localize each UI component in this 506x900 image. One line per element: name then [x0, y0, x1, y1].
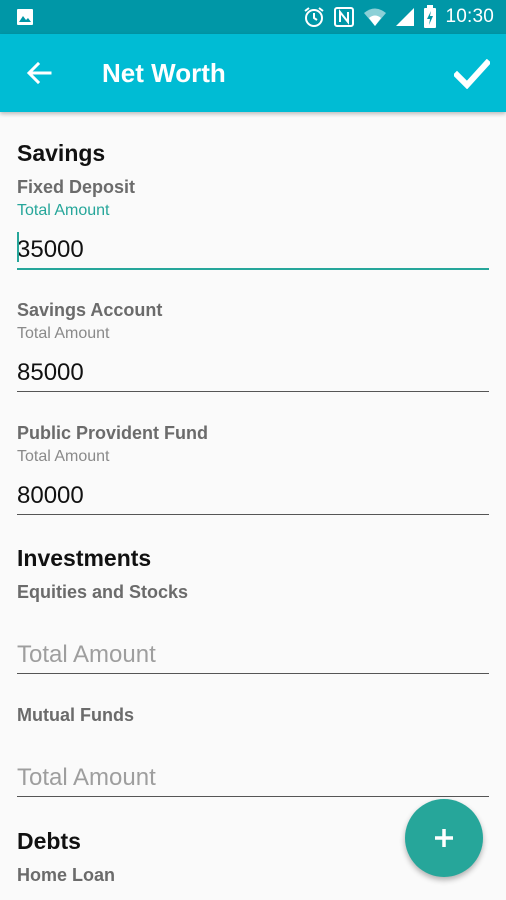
section-title-investments: Investments — [17, 545, 152, 571]
image-icon — [17, 9, 33, 25]
add-button[interactable] — [405, 799, 483, 877]
status-time: 10:30 — [445, 6, 494, 27]
nfc-icon — [334, 7, 355, 27]
field-label-mutual-funds: Mutual Funds — [17, 705, 134, 725]
text-cursor — [17, 232, 19, 262]
battery-charging-icon — [424, 5, 437, 28]
page-title: Net Worth — [102, 58, 226, 88]
ppf-input[interactable] — [17, 478, 489, 515]
arrow-left-icon — [26, 61, 52, 85]
wifi-icon — [364, 8, 387, 26]
field-label-equities: Equities and Stocks — [17, 582, 189, 602]
fixed-deposit-input[interactable] — [17, 232, 489, 270]
signal-icon — [396, 8, 415, 26]
hint-fixed-deposit: Total Amount — [17, 202, 110, 219]
status-bar: 10:30 — [0, 0, 506, 34]
hint-savings-account: Total Amount — [17, 325, 110, 342]
done-button[interactable] — [450, 52, 494, 96]
field-label-fixed-deposit: Fixed Deposit — [17, 177, 136, 197]
section-title-debts: Debts — [17, 828, 81, 854]
app-bar: Net Worth — [0, 34, 506, 112]
back-button[interactable] — [22, 56, 56, 90]
savings-account-input[interactable] — [17, 355, 489, 392]
hint-ppf: Total Amount — [17, 448, 110, 465]
field-label-home-loan: Home Loan — [17, 865, 116, 885]
equities-input[interactable] — [17, 637, 489, 674]
mutual-funds-input[interactable] — [17, 760, 489, 797]
check-icon — [454, 59, 490, 89]
net-worth-form: Savings Fixed Deposit Total Amount Savin… — [0, 112, 506, 900]
section-title-savings: Savings — [17, 140, 106, 166]
field-label-ppf: Public Provident Fund — [17, 423, 209, 443]
plus-icon — [435, 829, 453, 847]
field-label-savings-account: Savings Account — [17, 300, 163, 320]
alarm-icon — [304, 7, 325, 27]
